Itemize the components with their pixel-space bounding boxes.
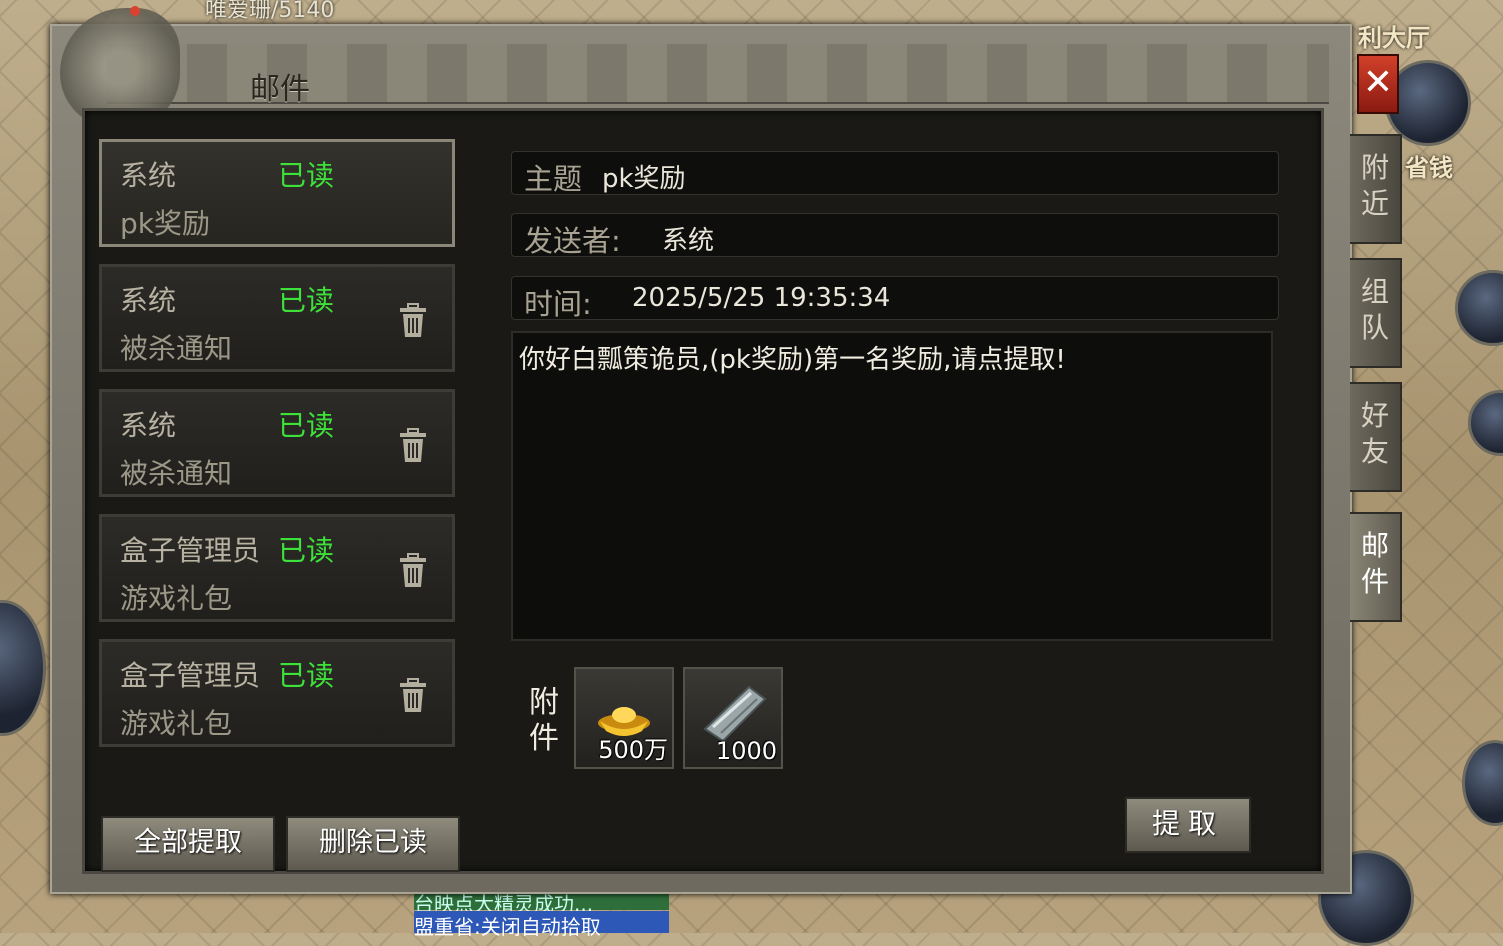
- attachment-slot[interactable]: 1000: [683, 667, 783, 769]
- bag-orb-icon[interactable]: [0, 600, 46, 736]
- trash-icon[interactable]: [398, 678, 428, 714]
- map-coordinates: 唯爱珊/5140: [205, 0, 335, 23]
- delete-read-button[interactable]: 删除已读: [286, 816, 460, 872]
- close-button[interactable]: ✕: [1357, 54, 1399, 114]
- mail-sender: 盒子管理员: [120, 534, 261, 567]
- mail-body: 你好白瓢策诡员,(pk奖励)第一名奖励,请点提取!: [511, 331, 1273, 641]
- mail-subject: pk奖励: [120, 207, 210, 240]
- mail-status: 已读: [278, 159, 335, 192]
- side-tab-label: 组队: [1360, 275, 1389, 344]
- attachment-count: 500万: [598, 736, 668, 764]
- side-tab-label: 好友: [1360, 399, 1389, 468]
- mail-subject: 被杀通知: [120, 332, 233, 365]
- sender-field: 发送者: 系统: [511, 213, 1279, 258]
- subject-value: pk奖励: [602, 164, 686, 194]
- mail-body-text: 你好白瓢策诡员,(pk奖励)第一名奖励,请点提取!: [519, 345, 1066, 375]
- collect-all-button[interactable]: 全部提取: [101, 816, 275, 872]
- sender-value: 系统: [662, 226, 715, 256]
- trash-icon[interactable]: [398, 428, 428, 464]
- mail-subject: 游戏礼包: [120, 582, 233, 615]
- sender-label: 发送者:: [524, 224, 621, 258]
- mail-window: 邮件 系统 已读 pk奖励 系统 已读 被杀通知 系统 已读 被杀通知 盒子管理员 已读 游戏礼包 盒子…: [50, 6, 1399, 894]
- window-title: 邮件: [250, 72, 310, 107]
- dragon-eye-icon: [130, 6, 140, 16]
- mail-sender: 系统: [120, 409, 177, 442]
- skill-orb-icon[interactable]: [1455, 270, 1503, 346]
- mail-list-item[interactable]: 系统 已读被杀通知: [99, 264, 455, 372]
- skill-orb-icon[interactable]: [1462, 740, 1503, 826]
- side-tab[interactable]: 邮件: [1350, 512, 1402, 622]
- skill-orb-icon[interactable]: [1468, 390, 1503, 456]
- collect-button[interactable]: 提取: [1125, 797, 1251, 853]
- time-label: 时间:: [524, 287, 592, 321]
- trash-icon[interactable]: [398, 553, 428, 589]
- mail-status: 已读: [278, 409, 335, 442]
- save-money-label[interactable]: 省钱: [1405, 148, 1453, 183]
- trash-icon[interactable]: [398, 303, 428, 339]
- mail-sender: 系统: [120, 284, 177, 317]
- mail-status: 已读: [278, 659, 335, 692]
- time-value: 2025/5/25 19:35:34: [632, 283, 891, 313]
- side-tab[interactable]: 附近: [1350, 134, 1402, 244]
- subject-field: 主题 pk奖励: [511, 151, 1279, 196]
- mail-subject: 游戏礼包: [120, 707, 233, 740]
- side-tab-label: 附近: [1360, 151, 1389, 220]
- time-field: 时间: 2025/5/25 19:35:34: [511, 276, 1279, 321]
- hall-label[interactable]: 利大厅: [1358, 18, 1430, 53]
- side-tab[interactable]: 组队: [1350, 258, 1402, 368]
- side-tab[interactable]: 好友: [1350, 382, 1402, 492]
- mail-list-item[interactable]: 系统 已读 pk奖励: [99, 139, 455, 247]
- side-tab-label: 邮件: [1360, 529, 1389, 598]
- mail-panel: 系统 已读 pk奖励 系统 已读 被杀通知 系统 已读 被杀通知 盒子管理员 已读 游戏礼包 盒子管理员…: [82, 108, 1324, 874]
- chat-line: 盟重省:关闭自动拾取: [414, 911, 669, 939]
- mail-status: 已读: [278, 534, 335, 567]
- attachments-label: 附件: [529, 685, 559, 756]
- mail-list-item[interactable]: 盒子管理员 已读游戏礼包: [99, 514, 455, 622]
- mail-status: 已读: [278, 284, 335, 317]
- mail-sender: 盒子管理员: [120, 659, 261, 692]
- subject-label: 主题: [524, 162, 583, 196]
- mail-sender: 系统: [120, 159, 177, 192]
- mail-list[interactable]: 系统 已读 pk奖励 系统 已读 被杀通知 系统 已读 被杀通知 盒子管理员 已读 游戏礼包 盒子管理员…: [99, 139, 463, 769]
- attachment-slot[interactable]: 500万: [574, 667, 674, 769]
- mail-subject: 被杀通知: [120, 457, 233, 490]
- mail-list-item[interactable]: 系统 已读被杀通知: [99, 389, 455, 497]
- attachment-count: 1000: [715, 737, 777, 765]
- mail-list-item[interactable]: 盒子管理员 已读游戏礼包: [99, 639, 455, 747]
